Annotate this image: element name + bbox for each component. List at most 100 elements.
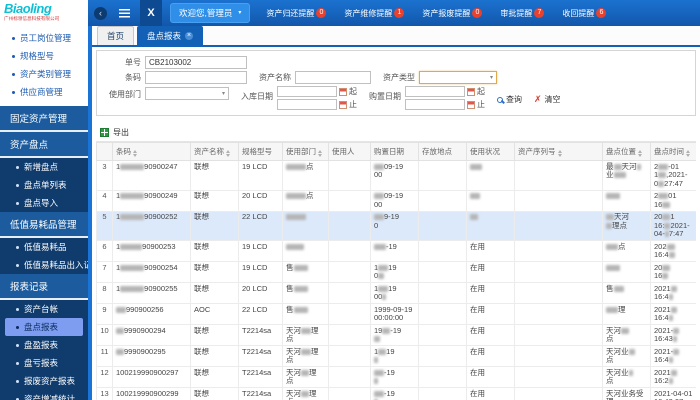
redacted-text (301, 370, 309, 376)
purchase-date-start-input[interactable] (405, 86, 465, 97)
redacted-text (120, 214, 144, 220)
instock-date-end-input[interactable] (277, 99, 337, 110)
table-row[interactable]: 119990900295联想T2214sa天河理点119在用天河业点2021-1… (97, 346, 697, 367)
table-cell (329, 388, 371, 400)
table-row[interactable]: 8190900255联想20 LCD售11900在用售202116:4 (97, 283, 697, 304)
row-number-cell: 10 (97, 325, 113, 346)
row-number-cell: 3 (97, 161, 113, 191)
table-row[interactable]: 6190900253联想19 LCD-19在用点20216:4 (97, 241, 697, 262)
redacted-text (662, 214, 670, 220)
table-cell: 点 (283, 190, 329, 211)
range-end-label: 止 (477, 99, 485, 110)
notification-item[interactable]: 资产归还提醒0 (266, 8, 326, 19)
calendar-icon[interactable] (467, 101, 475, 109)
sidebar-item[interactable]: 盘亏报表 (0, 354, 88, 372)
sort-icon (133, 150, 137, 157)
sidebar-item[interactable]: 资产台帐 (0, 300, 88, 318)
table-row[interactable]: 13100219990900299联想T2214sa天河理点-19在用天河业务受… (97, 388, 697, 400)
sidebar-item[interactable]: 规格型号 (0, 47, 88, 65)
export-button[interactable]: 导出 (100, 127, 129, 138)
sidebar-collapse-icon[interactable]: ‹ (94, 7, 107, 20)
table-cell: 联想 (191, 346, 239, 367)
redacted-text (664, 223, 670, 229)
chevron-down-icon: ▾ (238, 10, 241, 16)
table-row[interactable]: 5190900252联想22 LCD9-190天河理点20116:2021-04… (97, 211, 697, 241)
sidebar-item[interactable]: 报废资产报表 (0, 372, 88, 390)
redacted-text (301, 391, 309, 397)
sidebar-item[interactable]: 盘点单列表 (0, 176, 88, 194)
sidebar-item[interactable]: 盘点报表 (5, 318, 83, 336)
table-cell: 在用 (467, 325, 515, 346)
bullet-icon (12, 37, 15, 40)
calendar-icon[interactable] (339, 101, 347, 109)
column-header[interactable]: 资产名称 (191, 143, 239, 161)
notification-count-badge: 0 (472, 8, 482, 18)
table-row[interactable]: 7190900254联想19 LCD售1190在用2016 (97, 262, 697, 283)
notification-item[interactable]: 收回提醒6 (562, 8, 606, 19)
table-row[interactable]: 3190900247联想19 LCD点09-1900最天河业2-011,2021… (97, 161, 697, 191)
notification-count-badge: 6 (596, 8, 606, 18)
sidebar-item[interactable]: 资产类别管理 (0, 65, 88, 83)
redacted-text (614, 172, 626, 178)
asset-name-input[interactable] (295, 71, 371, 84)
close-icon[interactable]: X (140, 0, 162, 26)
tab-active[interactable]: 盘点报表× (137, 26, 203, 45)
purchase-date-end-input[interactable] (405, 99, 465, 110)
sidebar-section-header[interactable]: 固定资产管理 (0, 106, 88, 132)
welcome-user-button[interactable]: 欢迎您,管理员 ▾ (170, 3, 250, 23)
table-row[interactable]: 109990900294联想T2214sa天河理点19-19在用天河点2021-… (97, 325, 697, 346)
column-header[interactable]: 条码 (113, 143, 191, 161)
tab-inactive[interactable]: 首页 (97, 26, 134, 45)
sidebar-section-header[interactable]: 报表记录 (0, 274, 88, 300)
column-header[interactable]: 使用部门 (283, 143, 329, 161)
sidebar-item[interactable]: 低值易耗品 (0, 238, 88, 256)
sidebar-item[interactable]: 供应商管理 (0, 83, 88, 101)
tab-close-icon[interactable]: × (185, 32, 193, 40)
instock-date-start-input[interactable] (277, 86, 337, 97)
sidebar-section-header[interactable]: 资产盘点 (0, 132, 88, 158)
notification-item[interactable]: 资产报废提醒0 (422, 8, 482, 19)
barcode-input[interactable] (145, 71, 247, 84)
redacted-text (614, 164, 622, 170)
table-row[interactable]: 4190900249联想20 LCD点09-190020116 (97, 190, 697, 211)
table-cell: 22 LCD (239, 211, 283, 241)
sidebar-item-label: 盘点报表 (24, 321, 58, 333)
notification-item[interactable]: 资产维修提醒1 (344, 8, 404, 19)
table-row[interactable]: 9990900256AOC22 LCD售1999-09-1900:00:00在用… (97, 304, 697, 325)
table-row[interactable]: 12100219990900297联想T2214sa天河理点-19在用天河业点2… (97, 367, 697, 388)
table-cell (515, 190, 603, 211)
calendar-icon[interactable] (339, 88, 347, 96)
table-cell (329, 241, 371, 262)
sidebar-item[interactable]: 盘盈报表 (0, 336, 88, 354)
chevron-down-icon: ▾ (490, 75, 493, 81)
use-dept-select[interactable]: ▾ (145, 87, 229, 100)
clear-button[interactable]: ✗ 清空 (534, 94, 561, 105)
asset-type-select[interactable]: ▾ (419, 71, 497, 84)
sidebar-item[interactable]: 员工岗位管理 (0, 29, 88, 47)
table-cell (419, 346, 467, 367)
page-body: 员工岗位管理规格型号资产类别管理供应商管理固定资产管理资产盘点新增盘点盘点单列表… (0, 26, 700, 400)
sort-icon (686, 150, 690, 157)
sidebar-item[interactable]: 低值易耗品出入记录 (0, 256, 88, 274)
column-header[interactable]: 盘点时间 (651, 143, 697, 161)
redacted-text (629, 349, 635, 355)
redacted-text (374, 391, 384, 397)
order-no-input[interactable] (145, 56, 247, 69)
notification-item[interactable]: 审批提醒7 (500, 8, 544, 19)
redacted-text (378, 273, 384, 279)
menu-hamburger-icon[interactable] (119, 9, 130, 18)
column-header[interactable]: 盘点位置 (603, 143, 651, 161)
search-button[interactable]: 查询 (497, 94, 522, 105)
sidebar-item[interactable]: 新增盘点 (0, 158, 88, 176)
column-header[interactable]: 资产序列号 (515, 143, 603, 161)
purchase-date-range: 起 止 (405, 86, 485, 110)
sidebar-section-header[interactable]: 低值易耗品管理 (0, 212, 88, 238)
calendar-icon[interactable] (467, 88, 475, 96)
sidebar-item[interactable]: 盘点导入 (0, 194, 88, 212)
table-cell: 天河理点 (283, 388, 329, 400)
redacted-text (671, 370, 677, 376)
redacted-text (378, 349, 386, 355)
table-cell: 19-19 (371, 325, 419, 346)
redacted-text (658, 193, 668, 199)
sidebar-item[interactable]: 资产增减统计 (0, 390, 88, 400)
